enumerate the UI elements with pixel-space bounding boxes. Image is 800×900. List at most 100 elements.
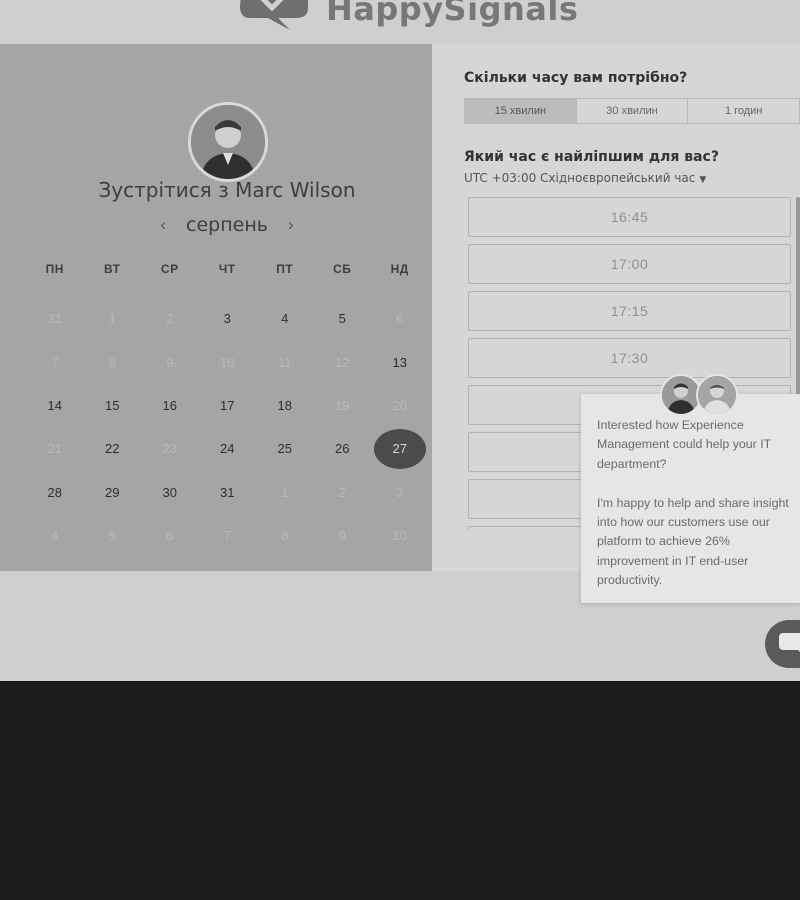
- calendar-day[interactable]: 18: [256, 384, 314, 427]
- calendar-day-selected[interactable]: 27: [371, 427, 429, 470]
- day-number: 7: [223, 528, 231, 544]
- day-number: 5: [338, 311, 346, 327]
- day-number: 17: [220, 397, 235, 413]
- calendar-day: 7: [199, 514, 257, 557]
- calendar-day[interactable]: 14: [26, 384, 84, 427]
- day-number: 10: [220, 354, 235, 370]
- day-number: 2: [338, 484, 346, 500]
- day-number: 30: [162, 484, 177, 500]
- day-number: 29: [105, 484, 120, 500]
- calendar-day[interactable]: 3: [199, 297, 257, 340]
- calendar-day[interactable]: 29: [84, 471, 142, 514]
- calendar-day[interactable]: 31: [199, 471, 257, 514]
- chat-message-card[interactable]: Interested how Experience Management cou…: [581, 394, 800, 603]
- calendar-day: 5: [84, 514, 142, 557]
- day-number: 1: [108, 311, 116, 327]
- calendar-day[interactable]: 25: [256, 427, 314, 470]
- weekday-label: ВТ: [103, 262, 121, 276]
- calendar-day: 12: [314, 340, 372, 383]
- weekday-label: СР: [160, 262, 179, 276]
- month-navigation: ‹ серпень ›: [0, 214, 454, 236]
- day-number: 31: [47, 311, 62, 327]
- day-number: 3: [223, 311, 231, 327]
- day-number: 8: [281, 528, 289, 544]
- calendar-day: 8: [84, 340, 142, 383]
- calendar-day: 9: [141, 340, 199, 383]
- calendar-day[interactable]: 22: [84, 427, 142, 470]
- calendar-day: 11: [256, 340, 314, 383]
- calendar-day: 21: [26, 427, 84, 470]
- brand-name: HappySignals: [326, 0, 579, 28]
- calendar-day: 6: [141, 514, 199, 557]
- day-number: 14: [47, 397, 62, 413]
- calendar-day[interactable]: 5: [314, 297, 372, 340]
- calendar-day[interactable]: 26: [314, 427, 372, 470]
- day-number: 2: [166, 311, 174, 327]
- calendar-day: 23: [141, 427, 199, 470]
- time-slot-button[interactable]: 17:30: [468, 338, 791, 378]
- duration-question: Скільки часу вам потрібно?: [464, 70, 688, 86]
- day-number: 5: [108, 528, 116, 544]
- calendar-day: 1: [256, 471, 314, 514]
- time-slot-button[interactable]: 16:45: [468, 197, 791, 237]
- day-number: 23: [162, 441, 177, 457]
- calendar-day[interactable]: 16: [141, 384, 199, 427]
- day-number: 1: [281, 484, 289, 500]
- duration-option[interactable]: 1 годин: [688, 99, 799, 123]
- chevron-left-icon[interactable]: ‹: [160, 215, 166, 235]
- day-number: 15: [105, 397, 120, 413]
- chevron-right-icon[interactable]: ›: [288, 215, 294, 235]
- weekday-label: ПТ: [276, 262, 294, 276]
- brand-logo[interactable]: HappySignals: [238, 0, 578, 32]
- weekday-label: ЧТ: [218, 262, 236, 276]
- calendar-day[interactable]: 24: [199, 427, 257, 470]
- meet-title: Зустрітися з Marc Wilson: [98, 178, 356, 202]
- time-question: Який час є найліпшим для вас?: [464, 149, 719, 165]
- day-number: 31: [220, 484, 235, 500]
- calendar-day: 3: [371, 471, 429, 514]
- calendar-day: 2: [141, 297, 199, 340]
- agent-avatar: [696, 374, 738, 416]
- day-number: 20: [392, 397, 407, 413]
- calendar-day: 19: [314, 384, 372, 427]
- calendar-day[interactable]: 13: [371, 340, 429, 383]
- speech-bubble-check-icon: [238, 0, 312, 32]
- day-number: 8: [108, 354, 116, 370]
- day-number: 28: [47, 484, 62, 500]
- calendar-grid: 31 1 2 3 4 5 6 7 8 9 10 11 12 13 14 15 16 17 18 19 20 21 22 23 2…: [26, 297, 429, 557]
- calendar-day: 8: [256, 514, 314, 557]
- day-number: 4: [51, 528, 59, 544]
- day-number: 10: [392, 528, 407, 544]
- calendar-day: 1: [84, 297, 142, 340]
- calendar-day: 20: [371, 384, 429, 427]
- calendar-day: 4: [26, 514, 84, 557]
- calendar-day[interactable]: 30: [141, 471, 199, 514]
- weekday-header: ПН ВТ СР ЧТ ПТ СБ НД: [26, 262, 429, 276]
- day-number: 9: [338, 528, 346, 544]
- day-number: 22: [105, 441, 120, 457]
- day-number: 16: [162, 397, 177, 413]
- time-slot-button[interactable]: 17:00: [468, 244, 791, 284]
- day-number: 13: [392, 354, 407, 370]
- calendar-day[interactable]: 4: [256, 297, 314, 340]
- duration-option[interactable]: 30 хвилин: [577, 99, 689, 123]
- chat-bubble-icon: [779, 633, 800, 652]
- person-icon: [191, 105, 265, 179]
- timezone-selector[interactable]: UTC +03:00 Східноєвропейський час ▼: [464, 171, 706, 185]
- day-number: 3: [396, 484, 404, 500]
- calendar-day[interactable]: 28: [26, 471, 84, 514]
- day-number: 4: [281, 311, 289, 327]
- weekday-label: НД: [390, 262, 409, 276]
- calendar-day[interactable]: 17: [199, 384, 257, 427]
- duration-option[interactable]: 15 хвилин: [465, 99, 577, 123]
- calendar-day: 9: [314, 514, 372, 557]
- calendar-day[interactable]: 15: [84, 384, 142, 427]
- day-number: 12: [335, 354, 350, 370]
- day-number: 18: [277, 397, 292, 413]
- calendar-panel: Зустрітися з Marc Wilson ‹ серпень › ПН В…: [0, 44, 432, 571]
- time-slot-button[interactable]: 17:15: [468, 291, 791, 331]
- calendar-day: 10: [371, 514, 429, 557]
- day-number: 7: [51, 354, 59, 370]
- day-number: 11: [278, 354, 292, 370]
- chat-message: Interested how Experience Management cou…: [597, 418, 789, 588]
